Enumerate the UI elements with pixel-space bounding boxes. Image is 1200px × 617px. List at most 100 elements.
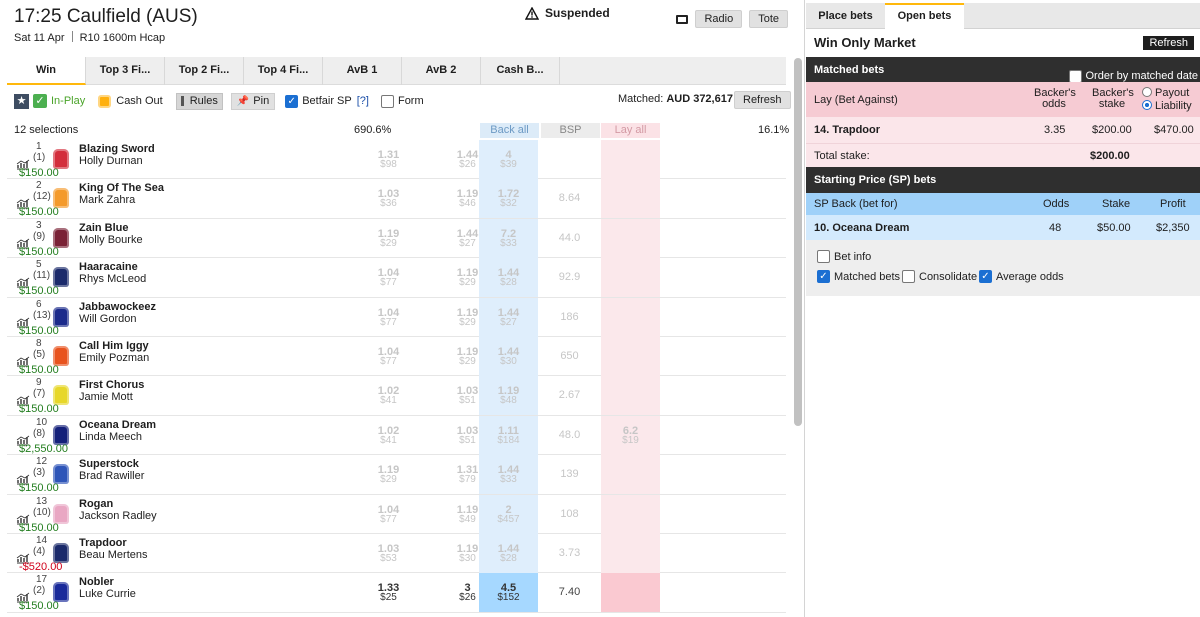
market-refresh-button[interactable]: Refresh [734, 91, 791, 109]
lay-price-best[interactable] [601, 297, 660, 337]
back-price-best[interactable]: 1.11 $184 [479, 415, 538, 455]
runner-name[interactable]: Rogan [79, 498, 113, 510]
lay-bet-row[interactable]: 14. Trapdoor 3.35 $200.00 $470.00 [806, 117, 1200, 143]
back-price-3[interactable]: 1.03 $36 [349, 179, 428, 218]
form-checkbox[interactable] [380, 94, 394, 108]
liability-radio[interactable]: Liability [1142, 100, 1192, 112]
tab-market-6[interactable]: Cash B... [481, 57, 560, 85]
tab-market-2[interactable]: Top 2 Fi... [165, 57, 244, 85]
back-all-button[interactable]: Back all [480, 123, 539, 138]
runner-row[interactable]: 1 (1) Blazing Sword Holly Durnan $150.00 1.31… [7, 140, 786, 180]
lay-runner: 14. Trapdoor [814, 124, 881, 136]
sp-bet-row[interactable]: 10. Oceana Dream 48 $50.00 $2,350 [806, 215, 1200, 240]
back-price-best[interactable]: 7.2 $33 [479, 218, 538, 258]
lay-all-button[interactable]: Lay all [601, 123, 660, 138]
runner-name[interactable]: Blazing Sword [79, 143, 155, 155]
back-price-3[interactable]: 1.04 $77 [349, 298, 428, 337]
runner-name[interactable]: Haaracaine [79, 261, 138, 273]
runner-name[interactable]: Superstock [79, 458, 139, 470]
consolidate-checkbox[interactable] [902, 270, 915, 283]
lay-price-best[interactable] [601, 258, 660, 298]
back-price-best[interactable]: 1.44 $28 [479, 533, 538, 573]
back-price-3[interactable]: 1.19 $29 [349, 455, 428, 494]
back-price-best[interactable]: 1.44 $28 [479, 258, 538, 298]
back-price-3[interactable]: 1.02 $41 [349, 416, 428, 455]
runner-name[interactable]: Call Him Iggy [79, 340, 149, 352]
runner-name[interactable]: First Chorus [79, 379, 144, 391]
jockey-name: Beau Mertens [79, 548, 148, 561]
back-price-best[interactable]: 1.44 $30 [479, 336, 538, 376]
lay-price-best[interactable] [601, 573, 660, 613]
back-price-3[interactable]: 1.04 $77 [349, 495, 428, 534]
lay-price-best[interactable] [601, 218, 660, 258]
back-price-3[interactable]: 1.19 $29 [349, 219, 428, 258]
payout-radio[interactable]: Payout [1142, 87, 1189, 99]
lay-price-best[interactable] [601, 336, 660, 376]
tab-market-4[interactable]: AvB 1 [323, 57, 402, 85]
runner-name[interactable]: King Of The Sea [79, 182, 164, 194]
matched-bets-option[interactable]: ✓ Matched bets [817, 270, 900, 283]
tab-market-3[interactable]: Top 4 Fi... [244, 57, 323, 85]
radio-button[interactable]: Radio [695, 10, 743, 28]
open-bets-refresh-button[interactable]: Refresh [1143, 36, 1194, 50]
betfair-sp-checkbox[interactable]: ✓ [285, 94, 299, 108]
scrollbar[interactable] [794, 58, 802, 426]
lay-header-label: Lay (Bet Against) [814, 94, 898, 106]
lay-price-best[interactable] [601, 533, 660, 573]
back-price-3[interactable]: 1.03 $53 [349, 534, 428, 573]
tab-open-bets[interactable]: Open bets [885, 3, 964, 29]
back-price-3[interactable]: 1.04 $77 [349, 337, 428, 376]
runner-name[interactable]: Trapdoor [79, 537, 127, 549]
back-price-best[interactable]: 1.72 $32 [479, 179, 538, 219]
runner-row[interactable]: 9 (7) First Chorus Jamie Mott $150.00 1.02 $41… [7, 376, 786, 416]
bet-info-checkbox[interactable] [817, 250, 830, 263]
runner-name[interactable]: Jabbawockeez [79, 301, 156, 313]
back-price-best[interactable]: 1.44 $33 [479, 455, 538, 495]
back-price-3[interactable]: 1.33 $25 [349, 573, 428, 612]
cashout-label[interactable]: Cash Out [116, 95, 162, 107]
lay-price-best[interactable]: 6.2 $19 [601, 415, 660, 455]
lay-price-best[interactable] [601, 376, 660, 416]
runner-row[interactable]: 6 (13) Jabbawockeez Will Gordon $150.00 1.04 $… [7, 297, 786, 337]
bet-info-option[interactable]: Bet info [817, 250, 871, 263]
matched-bets-checkbox[interactable]: ✓ [817, 270, 830, 283]
runner-name[interactable]: Zain Blue [79, 222, 129, 234]
average-odds-option[interactable]: ✓ Average odds [979, 270, 1064, 283]
tv-icon[interactable] [676, 14, 689, 24]
lay-price-best[interactable] [601, 140, 660, 179]
runner-row[interactable]: 10 (8) Oceana Dream Linda Meech $2,550.00 1.0… [7, 415, 786, 456]
runner-row[interactable]: 14 (4) Trapdoor Beau Mertens -$520.00 1.03 $53… [7, 533, 786, 574]
tote-button[interactable]: Tote [749, 10, 788, 28]
runner-row[interactable]: 12 (3) Superstock Brad Rawiller $150.00 1.19 $… [7, 455, 786, 495]
rules-button[interactable]: Rules [175, 92, 223, 110]
tab-market-5[interactable]: AvB 2 [402, 57, 481, 85]
back-price-best[interactable]: 4 $39 [479, 140, 538, 179]
lay-price-best[interactable] [601, 455, 660, 495]
runner-row[interactable]: 2 (12) King Of The Sea Mark Zahra $150.00 1.0… [7, 179, 786, 219]
tab-market-1[interactable]: Top 3 Fi... [86, 57, 165, 85]
runner-row[interactable]: 5 (11) Haaracaine Rhys McLeod $150.00 1.04 $77… [7, 258, 786, 298]
tab-place-bets[interactable]: Place bets [806, 3, 885, 29]
runner-row[interactable]: 13 (10) Rogan Jackson Radley $150.00 1.04 $77 1… [7, 494, 786, 534]
help-link[interactable]: [?] [357, 95, 369, 107]
back-price-best[interactable]: 4.5 $152 [479, 573, 538, 613]
consolidate-option[interactable]: Consolidate [902, 270, 977, 283]
runner-row[interactable]: 17 (2) Nobler Luke Currie $150.00 1.33 $25 3 $26… [7, 573, 786, 613]
lay-price-best[interactable] [601, 494, 660, 534]
back-price-best[interactable]: 1.19 $48 [479, 376, 538, 416]
back-price-best[interactable]: 1.44 $27 [479, 297, 538, 337]
runner-name[interactable]: Oceana Dream [79, 419, 156, 431]
star-icon[interactable]: ★ [14, 93, 29, 109]
runner-name[interactable]: Nobler [79, 576, 114, 588]
runner-row[interactable]: 3 (9) Zain Blue Molly Bourke $150.00 1.19 $29 1… [7, 218, 786, 259]
back-price-3[interactable]: 1.04 $77 [349, 258, 428, 297]
back-price-best[interactable]: 2 $457 [479, 494, 538, 534]
lay-price-best[interactable] [601, 179, 660, 219]
order-checkbox[interactable] [1069, 69, 1083, 83]
back-price-3[interactable]: 1.31 $98 [349, 140, 428, 179]
back-price-3[interactable]: 1.02 $41 [349, 376, 428, 415]
runner-row[interactable]: 8 (5) Call Him Iggy Emily Pozman $150.00 1.04… [7, 336, 786, 377]
average-odds-checkbox[interactable]: ✓ [979, 270, 992, 283]
pin-button[interactable]: 📌 Pin [230, 92, 276, 110]
tab-market-0[interactable]: Win [7, 57, 86, 85]
